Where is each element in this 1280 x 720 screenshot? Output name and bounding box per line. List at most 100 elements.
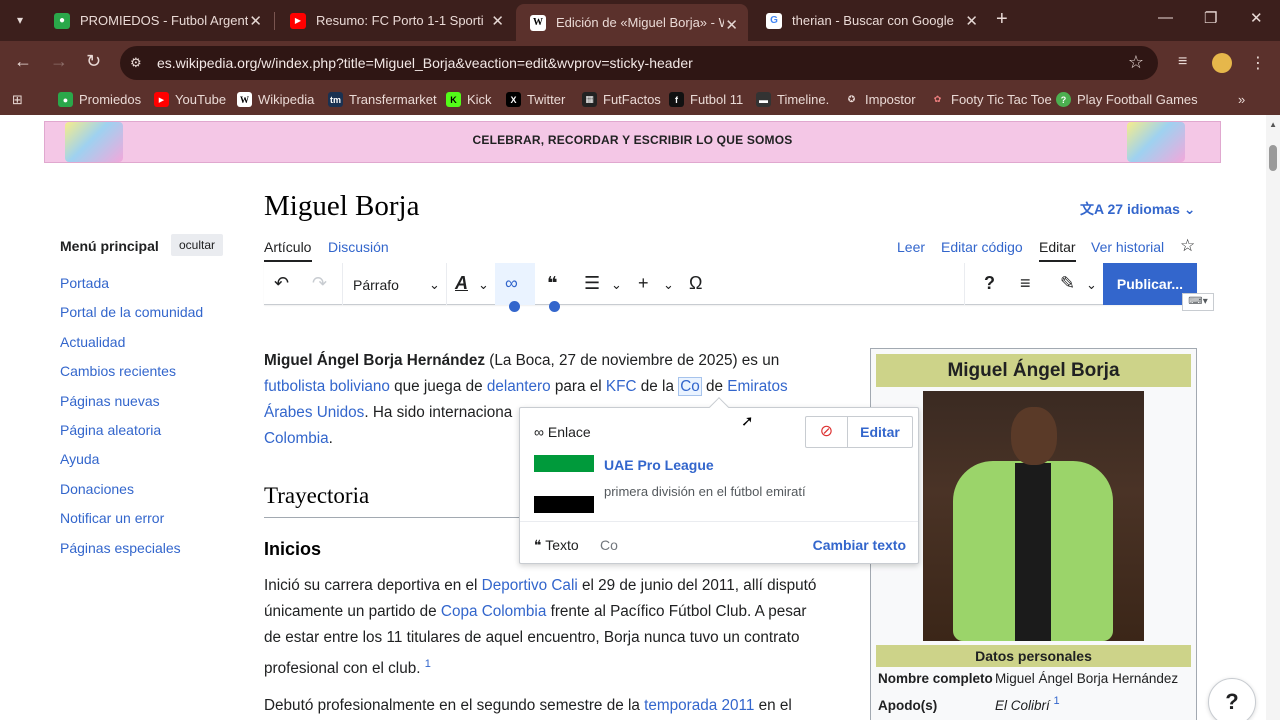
cite-quote-icon[interactable]: ❝ bbox=[547, 273, 558, 294]
bookmark-play-football-games[interactable]: ? Play Football Games bbox=[1056, 92, 1198, 107]
bookmark-wikipedia[interactable]: W Wikipedia bbox=[237, 92, 314, 107]
close-tab-icon[interactable]: ✕ bbox=[725, 16, 738, 34]
close-tab-icon[interactable]: ✕ bbox=[965, 12, 978, 30]
insert-chevron-icon[interactable]: ⌄ bbox=[663, 277, 674, 293]
link-delantero[interactable]: delantero bbox=[487, 378, 551, 395]
tab-leer[interactable]: Leer bbox=[897, 239, 925, 255]
sidebar-item-cambios[interactable]: Cambios recientes bbox=[60, 363, 176, 379]
sidebar-item-notificar[interactable]: Notificar un error bbox=[60, 510, 164, 526]
keyboard-input-icon[interactable]: ⌨▾ bbox=[1182, 293, 1214, 311]
bookmark-impostor[interactable]: ✪ Impostor bbox=[844, 92, 916, 107]
help-question-button[interactable]: ? bbox=[1208, 678, 1256, 720]
edit-mode-chevron-icon[interactable]: ⌄ bbox=[1086, 277, 1097, 293]
infobox[interactable]: Miguel Ángel Borja Datos personales Nomb… bbox=[870, 348, 1197, 720]
restore-icon[interactable]: ❐ bbox=[1204, 9, 1217, 27]
insert-plus-icon[interactable]: + bbox=[638, 273, 649, 294]
link-futbolista[interactable]: futbolista bbox=[264, 378, 325, 395]
sidebar-item-portal[interactable]: Portal de la comunidad bbox=[60, 304, 203, 320]
link-copa-colombia[interactable]: Copa Colombia bbox=[441, 603, 546, 620]
paragraph-debut[interactable]: Debutó profesionalmente en el segundo se… bbox=[264, 693, 864, 719]
site-info-icon[interactable]: ⚙ bbox=[130, 55, 142, 71]
subsection-heading-inicios[interactable]: Inicios bbox=[264, 539, 321, 560]
undo-icon[interactable]: ↶ bbox=[274, 273, 289, 294]
minimize-icon[interactable]: — bbox=[1158, 9, 1173, 26]
sidebar-item-portada[interactable]: Portada bbox=[60, 275, 109, 291]
link-deportivo-cali[interactable]: Deportivo Cali bbox=[482, 577, 578, 594]
link-boliviano[interactable]: boliviano bbox=[329, 378, 389, 395]
link-kfc[interactable]: KFC bbox=[606, 378, 637, 395]
bookmark-star-icon[interactable]: ☆ bbox=[1128, 52, 1144, 73]
url-text[interactable]: es.wikipedia.org/w/index.php?title=Migue… bbox=[157, 55, 693, 71]
unlink-icon[interactable]: ⊘ bbox=[806, 417, 848, 447]
link-temporada-2011[interactable]: temporada 2011 bbox=[644, 697, 754, 714]
text-style-icon[interactable]: A bbox=[455, 273, 468, 294]
address-bar[interactable]: ⚙ es.wikipedia.org/w/index.php?title=Mig… bbox=[120, 46, 1158, 80]
tab-editar[interactable]: Editar bbox=[1039, 239, 1076, 255]
hide-menu-button[interactable]: ocultar bbox=[171, 234, 224, 256]
page-options-menu-icon[interactable]: ≡ bbox=[1020, 273, 1031, 294]
bookmark-twitter[interactable]: X Twitter bbox=[506, 92, 565, 107]
selected-link-co[interactable]: Co bbox=[678, 377, 702, 396]
apps-grid-icon[interactable]: ⊞ bbox=[12, 92, 23, 108]
language-selector[interactable]: 文A 27 idiomas ⌄ bbox=[1080, 199, 1195, 219]
bookmark-promiedos[interactable]: ● Promiedos bbox=[58, 92, 141, 107]
bookmark-futfactos[interactable]: ▦ FutFactos bbox=[582, 92, 661, 107]
list-chevron-icon[interactable]: ⌄ bbox=[611, 277, 622, 293]
reference-1[interactable]: 1 bbox=[425, 658, 431, 670]
tab-youtube[interactable]: ▶ Resumo: FC Porto 1-1 Sporting ✕ bbox=[276, 0, 514, 41]
sidebar-item-aleatoria[interactable]: Página aleatoria bbox=[60, 422, 161, 438]
scroll-thumb[interactable] bbox=[1269, 145, 1277, 171]
close-tab-icon[interactable]: ✕ bbox=[491, 12, 504, 30]
tab-wikipedia-edit[interactable]: W Edición de «Miguel Borja» - Wiki ✕ bbox=[516, 4, 748, 41]
bookmark-footy-tic-tac-toe[interactable]: ✿ Footy Tic Tac Toe bbox=[930, 92, 1052, 107]
browser-menu-icon[interactable]: ⋮ bbox=[1250, 53, 1266, 73]
section-heading-trayectoria[interactable]: Trayectoria bbox=[264, 483, 369, 509]
sidebar-item-actualidad[interactable]: Actualidad bbox=[60, 334, 125, 350]
back-arrow-icon[interactable]: ← bbox=[14, 51, 32, 72]
bookmark-youtube[interactable]: ▶ YouTube bbox=[154, 92, 226, 107]
more-bookmarks-chevron-icon[interactable]: » bbox=[1238, 92, 1245, 107]
paragraph-inicios[interactable]: Inició su carrera deportiva en el Deport… bbox=[264, 573, 864, 682]
list-icon[interactable]: ☰ bbox=[584, 273, 600, 294]
link-emiratos[interactable]: Emiratos bbox=[727, 378, 787, 395]
link-colombia[interactable]: Colombia bbox=[264, 430, 329, 447]
tab-editar-codigo[interactable]: Editar código bbox=[941, 239, 1023, 255]
redo-icon[interactable]: ↷ bbox=[312, 273, 327, 294]
sidebar-item-ayuda[interactable]: Ayuda bbox=[60, 451, 99, 467]
page-scrollbar[interactable]: ▲ bbox=[1266, 115, 1280, 720]
link-target[interactable]: UAE Pro League bbox=[604, 457, 714, 473]
window-close-icon[interactable]: ✕ bbox=[1250, 9, 1263, 27]
special-character-omega-icon[interactable]: Ω bbox=[689, 273, 702, 294]
bookmark-transfermarkt[interactable]: tm Transfermarket bbox=[328, 92, 437, 107]
close-tab-icon[interactable]: ✕ bbox=[249, 12, 262, 30]
paragraph-chevron-icon[interactable]: ⌄ bbox=[429, 277, 440, 293]
bookmark-futbol11[interactable]: f Futbol 11 bbox=[669, 92, 743, 107]
new-tab-plus-icon[interactable]: + bbox=[996, 8, 1008, 31]
campaign-banner[interactable]: CELEBRAR, RECORDAR Y ESCRIBIR LO QUE SOM… bbox=[44, 121, 1221, 163]
bookmark-kick[interactable]: K Kick bbox=[446, 92, 492, 107]
watch-star-icon[interactable]: ☆ bbox=[1180, 236, 1195, 256]
tab-articulo[interactable]: Artículo bbox=[264, 239, 311, 255]
bookmark-timeline[interactable]: ▬ Timeline. bbox=[756, 92, 829, 107]
profile-avatar[interactable] bbox=[1212, 53, 1232, 73]
help-question-icon[interactable]: ? bbox=[984, 273, 995, 294]
tab-discusion[interactable]: Discusión bbox=[328, 239, 389, 255]
text-style-chevron-icon[interactable]: ⌄ bbox=[478, 277, 489, 293]
tab-ver-historial[interactable]: Ver historial bbox=[1091, 239, 1164, 255]
tab-promiedos[interactable]: ● PROMIEDOS - Futbol Argentino ✕ bbox=[40, 0, 272, 41]
link-icon[interactable]: ∞ bbox=[505, 273, 518, 294]
tab-google[interactable]: G therian - Buscar con Google ✕ bbox=[752, 0, 988, 41]
sidebar-item-paginas-nuevas[interactable]: Páginas nuevas bbox=[60, 393, 160, 409]
change-text-button[interactable]: Cambiar texto bbox=[813, 537, 906, 553]
scroll-up-arrow-icon[interactable]: ▲ bbox=[1269, 120, 1277, 129]
sidebar-item-especiales[interactable]: Páginas especiales bbox=[60, 540, 181, 556]
tab-search-icon[interactable]: ▾ bbox=[8, 8, 32, 32]
link-arabes-unidos[interactable]: Árabes Unidos bbox=[264, 404, 364, 421]
reload-icon[interactable]: ↻ bbox=[86, 51, 101, 72]
media-control-icon[interactable]: ≡ bbox=[1178, 53, 1187, 71]
edit-mode-pencil-icon[interactable]: ✎ bbox=[1060, 273, 1075, 294]
forward-arrow-icon[interactable]: → bbox=[50, 51, 68, 72]
paragraph-format-dropdown[interactable]: Párrafo bbox=[353, 277, 399, 293]
reference-1[interactable]: 1 bbox=[1054, 695, 1060, 707]
edit-link-button[interactable]: Editar bbox=[848, 417, 912, 447]
